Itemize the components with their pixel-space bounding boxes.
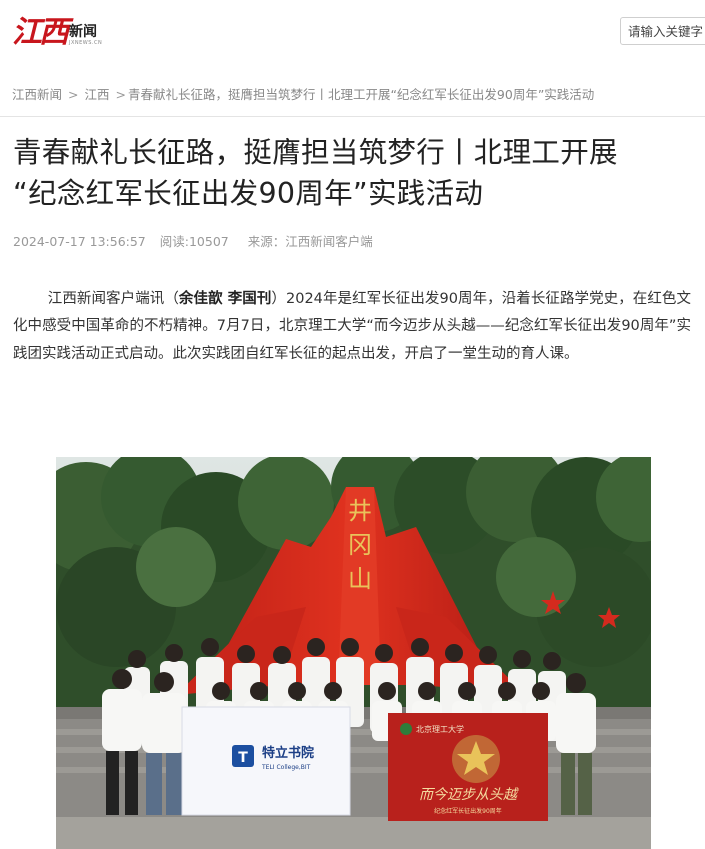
site-header: 江西 新闻 JXNEWS.CN [0,0,705,62]
site-logo[interactable]: 江西 新闻 JXNEWS.CN [12,14,102,48]
lead-prefix: 江西新闻客户端讯（ [47,291,179,307]
banner-right-slogan: 而今迈步从头越 [419,787,519,803]
breadcrumb-current: 青春献礼长征路，挺膺担当筑梦行丨北理工开展“纪念红军长征出发90周年”实践活动 [127,87,595,102]
article-title-line2: “纪念红军长征出发90周年”实践活动 [13,177,484,210]
breadcrumb-separator: > [68,87,79,102]
article-photo[interactable]: 井冈山 T 特立书院 TELI College,BIT 北京理工大学 而今迈步从… [56,457,651,849]
breadcrumb: 江西新闻 > 江西 > 青春献礼长征路，挺膺担当筑梦行丨北理工开展“纪念红军长征出… [12,84,594,103]
monument-inscription: 井冈山 [348,497,372,593]
header-divider [0,116,705,117]
article-meta: 2024-07-17 13:56:57 阅读:10507 来源：江西新闻客户端 [13,231,383,250]
group-photo-illustration: 井冈山 T 特立书院 TELI College,BIT 北京理工大学 而今迈步从… [56,457,651,849]
logo-name: 新闻 [69,24,97,40]
article-date: 2024-07-17 13:56:57 [13,234,146,249]
breadcrumb-jiangxi-link[interactable]: 江西 [84,87,109,102]
banner-right-school: 北京理工大学 [416,724,464,734]
article-source: 来源：江西新闻客户端 [247,234,373,249]
search-input[interactable] [620,17,705,45]
svg-text:T: T [238,750,248,766]
article-authors: 余佳歆 李国刊 [178,291,272,307]
article-read-count: 阅读:10507 [159,234,229,249]
logo-mark: 江西 [12,15,69,50]
banner-left-english: TELI College,BIT [261,764,311,771]
logo-domain: JXNEWS.CN [69,40,103,46]
banner-left-name: 特立书院 [262,745,314,761]
article-title-line1: 青春献礼长征路，挺膺担当筑梦行丨北理工开展 [13,136,618,169]
breadcrumb-separator: > [115,87,126,102]
white-banner: T 特立书院 TELI College,BIT [181,706,351,816]
logo-text: 新闻 JXNEWS.CN [69,24,102,46]
banner-right-subtitle: 纪念红军长征出发90周年 [434,807,502,815]
article-title: 青春献礼长征路，挺膺担当筑梦行丨北理工开展 “纪念红军长征出发90周年”实践活动 [13,132,698,214]
article-lead-paragraph: 江西新闻客户端讯（余佳歆 李国刊）2024年是红军长征出发90周年，沿着长征路学… [13,286,691,368]
red-banner: 北京理工大学 而今迈步从头越 纪念红军长征出发90周年 [388,713,548,821]
breadcrumb-home-link[interactable]: 江西新闻 [12,87,62,102]
